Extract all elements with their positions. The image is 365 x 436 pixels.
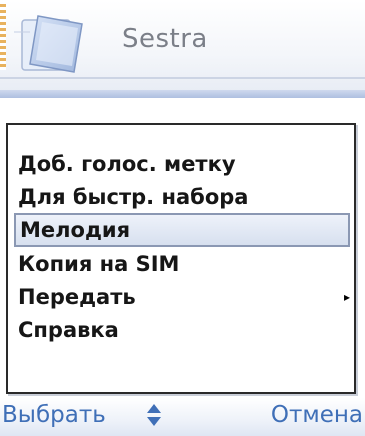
cancel-softkey[interactable]: Отмена: [271, 400, 363, 430]
scroll-updown-icon: [147, 404, 161, 426]
menu-item-label: Копия на SIM: [18, 252, 180, 276]
header-band: [0, 90, 365, 98]
contact-card-icon: [14, 15, 83, 73]
menu-item-add-voice-tag[interactable]: Доб. голос. метку: [18, 147, 352, 181]
menu-item-label: Для быстр. набора: [18, 185, 249, 209]
menu-item-help[interactable]: Справка: [18, 313, 352, 347]
menu-item-label: Справка: [18, 318, 119, 342]
menu-item-copy-to-sim[interactable]: Копия на SIM: [18, 247, 352, 281]
softkey-bar: Выбрать Отмена: [0, 398, 365, 436]
menu-item-speed-dial[interactable]: Для быстр. набора: [18, 180, 352, 214]
menu-item-label: Мелодия: [20, 218, 131, 242]
header-divider: [0, 77, 365, 79]
signal-indicator: [0, 4, 6, 70]
header-title: Sestra: [122, 24, 208, 54]
menu-item-send[interactable]: Передать ▸: [18, 280, 352, 314]
title-pane: Sestra: [0, 0, 365, 98]
menu-item-label: Передать: [18, 285, 136, 309]
select-softkey[interactable]: Выбрать: [2, 400, 106, 430]
menu-item-label: Доб. голос. метку: [18, 152, 236, 176]
menu-item-ringtone[interactable]: Мелодия: [14, 213, 350, 247]
options-menu: Доб. голос. метку Для быстр. набора Мело…: [6, 123, 356, 394]
submenu-arrow-icon: ▸: [343, 290, 350, 304]
